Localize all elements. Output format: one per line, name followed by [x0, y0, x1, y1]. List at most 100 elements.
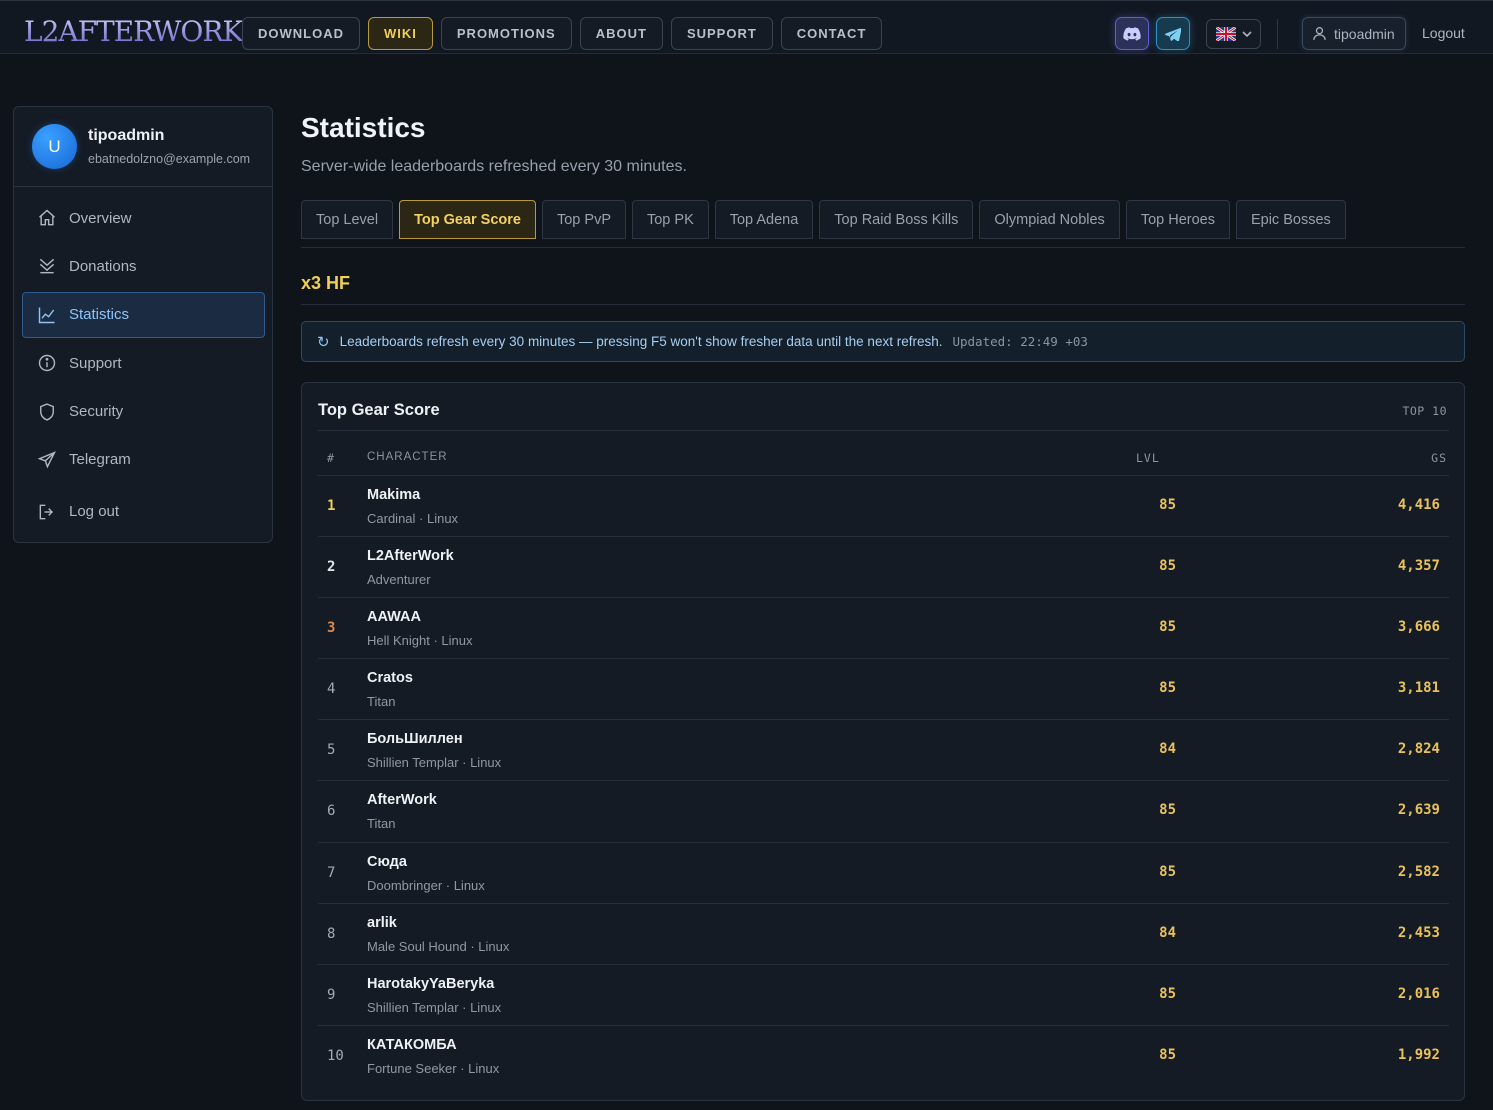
site-logo[interactable]: L2AFTERWORK — [24, 15, 243, 48]
top-count-badge: TOP 10 — [1402, 404, 1447, 418]
user-icon — [1313, 27, 1326, 40]
rank: 3 — [327, 620, 336, 637]
nav-download[interactable]: DOWNLOAD — [242, 17, 360, 50]
nav-about[interactable]: ABOUT — [579, 17, 663, 50]
gear-score: 3,181 — [1397, 680, 1440, 697]
sidebar-item-logout[interactable]: Log out — [22, 489, 265, 535]
sidebar-item-donations[interactable]: Donations — [22, 243, 265, 289]
leaderboard-card: Top Gear Score TOP 10 # CHARACTER LVL GS… — [301, 382, 1465, 1101]
username-label: tipoadmin — [1334, 25, 1395, 42]
column-header-lvl: LVL — [1136, 451, 1160, 465]
tab-top-level[interactable]: Top Level — [301, 200, 394, 239]
character-name: AAWAA — [367, 609, 421, 626]
table-row[interactable]: 8 arlik Male Soul Hound · Linux 84 2,453 — [318, 904, 1449, 965]
refresh-icon: ↻ — [317, 333, 330, 351]
tab-top-raid-boss-kills[interactable]: Top Raid Boss Kills — [819, 200, 974, 239]
avatar: U — [32, 124, 77, 169]
character-meta: Titan — [367, 694, 396, 710]
account-sidebar: U tipoadmin ebatnedolzno@example.com Ove… — [13, 106, 273, 543]
tab-top-gear-score[interactable]: Top Gear Score — [399, 200, 536, 239]
divider — [1277, 19, 1278, 49]
level: 84 — [1159, 741, 1176, 758]
rank: 8 — [327, 925, 336, 942]
tab-epic-bosses[interactable]: Epic Bosses — [1235, 200, 1346, 239]
page-subtitle: Server-wide leaderboards refreshed every… — [301, 158, 687, 175]
character-name: Cratos — [367, 670, 413, 687]
language-selector[interactable] — [1206, 19, 1261, 49]
gear-score: 2,016 — [1397, 985, 1440, 1002]
logout-link[interactable]: Logout — [1422, 25, 1465, 41]
card-title: Top Gear Score — [318, 401, 440, 419]
sidebar-item-label: Overview — [69, 209, 132, 227]
table-row[interactable]: 3 AAWAA Hell Knight · Linux 85 3,666 — [318, 598, 1449, 660]
divider — [318, 430, 1449, 431]
discord-icon — [1123, 26, 1141, 41]
sidebar-item-telegram[interactable]: Telegram — [22, 437, 265, 483]
level: 85 — [1159, 863, 1176, 880]
table-row[interactable]: 6 AfterWork Titan 85 2,639 — [318, 781, 1449, 843]
refresh-notice: ↻ Leaderboards refresh every 30 minutes … — [301, 321, 1465, 362]
rank: 1 — [327, 498, 336, 514]
sidebar-item-security[interactable]: Security — [22, 389, 265, 435]
chart-icon — [38, 307, 55, 323]
home-icon — [39, 209, 55, 226]
column-header-character: CHARACTER — [367, 451, 448, 463]
gear-score: 2,453 — [1397, 924, 1440, 941]
tab-top-adena[interactable]: Top Adena — [714, 200, 814, 239]
sidebar-item-label: Statistics — [69, 306, 130, 324]
tab-olympiad-nobles[interactable]: Olympiad Nobles — [979, 200, 1120, 239]
gear-score: 2,582 — [1397, 863, 1440, 880]
character-name: КАТАКОМБА — [367, 1036, 457, 1053]
profile-email: ebatnedolzno@example.com — [88, 152, 251, 166]
rank: 2 — [327, 559, 336, 576]
leaderboard-tabs: Top Level Top Gear Score Top PvP Top PK … — [301, 200, 1346, 239]
level: 85 — [1159, 558, 1176, 575]
info-icon — [38, 354, 56, 372]
table-row[interactable]: 7 Сюда Doombringer · Linux 85 2,582 — [318, 843, 1449, 904]
sidebar-item-statistics[interactable]: Statistics — [22, 291, 265, 338]
character-name: Makima — [367, 487, 421, 503]
gear-score: 4,416 — [1397, 497, 1440, 513]
sidebar-item-overview[interactable]: Overview — [22, 195, 265, 241]
nav-wiki[interactable]: WIKI — [368, 17, 433, 50]
rank: 4 — [327, 681, 336, 698]
tab-top-pk[interactable]: Top PK — [631, 200, 709, 239]
character-meta: Cardinal · Linux — [367, 511, 459, 526]
rank: 9 — [327, 986, 336, 1003]
telegram-button[interactable] — [1156, 17, 1190, 50]
profile-header: U tipoadmin ebatnedolzno@example.com — [14, 107, 272, 187]
tab-top-pvp[interactable]: Top PvP — [541, 200, 626, 239]
level: 85 — [1159, 497, 1176, 513]
discord-button[interactable] — [1115, 17, 1149, 50]
user-menu-button[interactable]: tipoadmin — [1302, 17, 1406, 50]
level: 85 — [1159, 985, 1176, 1002]
sidebar-item-support[interactable]: Support — [22, 340, 265, 386]
sidebar-menu: Overview Donations Statistics Support Se… — [22, 195, 265, 537]
table-row[interactable]: 5 БольШиллен Shillien Templar · Linux 84… — [318, 720, 1449, 782]
divider — [301, 247, 1465, 248]
character-name: AfterWork — [367, 792, 437, 809]
shield-icon — [40, 402, 54, 421]
notice-text: Leaderboards refresh every 30 minutes — … — [339, 334, 943, 349]
table-row[interactable]: 10 КАТАКОМБА Fortune Seeker · Linux 85 1… — [318, 1026, 1449, 1087]
level: 85 — [1159, 619, 1176, 636]
gear-score: 4,357 — [1397, 558, 1440, 575]
table-row[interactable]: 1 Makima Cardinal · Linux 85 4,416 — [318, 476, 1449, 538]
gear-score: 2,639 — [1397, 802, 1440, 819]
nav-contact[interactable]: CONTACT — [780, 17, 883, 50]
telegram-icon — [1165, 27, 1181, 41]
nav-support[interactable]: SUPPORT — [670, 17, 773, 50]
character-name: HarotakyYaBeryka — [367, 975, 495, 992]
sidebar-item-label: Log out — [69, 503, 120, 521]
tab-top-heroes[interactable]: Top Heroes — [1125, 200, 1230, 239]
rank: 10 — [327, 1047, 344, 1064]
character-meta: Hell Knight · Linux — [367, 633, 473, 649]
profile-name: tipoadmin — [88, 127, 165, 144]
chevron-down-icon — [1241, 30, 1252, 37]
table-row[interactable]: 2 L2AfterWork Adventurer 85 4,357 — [318, 537, 1449, 599]
column-header-gs: GS — [1431, 451, 1447, 465]
table-row[interactable]: 9 HarotakyYaBeryka Shillien Templar · Li… — [318, 965, 1449, 1026]
nav-promotions[interactable]: PROMOTIONS — [440, 17, 572, 50]
logout-icon — [39, 504, 54, 520]
table-row[interactable]: 4 Cratos Titan 85 3,181 — [318, 659, 1449, 721]
